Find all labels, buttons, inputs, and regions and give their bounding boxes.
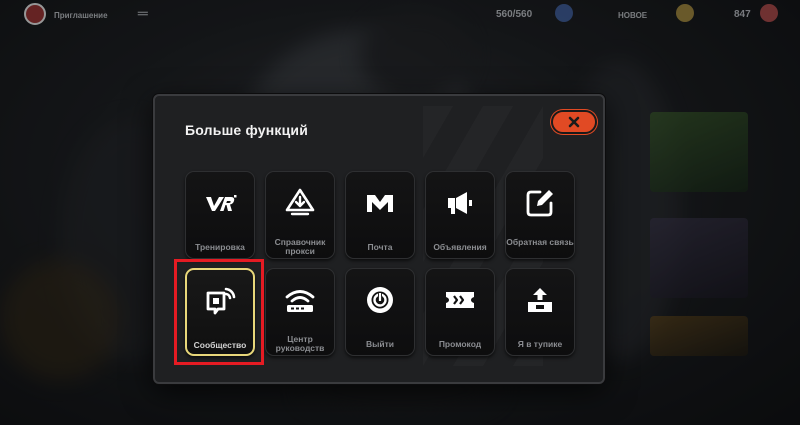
close-button[interactable] [551,110,597,134]
promo-ticket-icon [443,283,477,317]
dialog-title: Больше функций [185,122,309,138]
tile-label: Почта [367,242,393,252]
close-x-icon [568,116,580,128]
currency-icon [555,4,573,22]
tile-community[interactable]: Сообщество [185,268,255,356]
more-functions-dialog: Больше функций Тренировка Справочник про… [153,94,605,384]
top-bar: Приглашение 𝄗 560/560 НОВОЕ 847 [0,0,800,30]
community-icon [203,284,237,318]
tile-promo-code[interactable]: Промокод [425,268,495,356]
premium-currency-icon [760,4,778,22]
stuck-upload-icon [523,283,557,317]
megaphone-icon [443,186,477,220]
tile-label: Сообщество [193,340,247,350]
tile-exit[interactable]: Выйти [345,268,415,356]
tile-announcements[interactable]: Объявления [425,171,495,259]
proxy-handbook-icon [283,186,317,220]
top-left-icon: 𝄗 [138,6,148,20]
stamina-counter: 560/560 [496,9,533,20]
vr-logo-icon [203,186,237,220]
gem-icon [676,4,694,22]
top-left-text: Приглашение [54,11,108,20]
tile-label: Обратная связь [506,237,574,247]
tile-label: Объявления [433,242,487,252]
tile-feedback[interactable]: Обратная связь [505,171,575,259]
feedback-edit-icon [523,186,557,220]
tile-stuck[interactable]: Я в тупике [505,268,575,356]
tile-label: Промокод [438,339,482,349]
power-icon [363,283,397,317]
player-avatar [24,3,46,25]
tile-label: Я в тупике [517,339,563,349]
tile-proxy-handbook[interactable]: Справочник прокси [265,171,335,259]
tile-guide-center[interactable]: Центр руководств [265,268,335,356]
tile-label: Справочник прокси [274,237,326,256]
top-right-badge: НОВОЕ [618,11,648,20]
tile-label: Тренировка [195,242,245,252]
tile-mail[interactable]: Почта [345,171,415,259]
tile-label: Выйти [365,339,394,349]
tile-label: Центр руководств [275,334,325,353]
gem-amount: 847 [734,9,751,20]
guide-center-icon [283,283,317,317]
tile-training[interactable]: Тренировка [185,171,255,259]
mail-icon [363,186,397,220]
